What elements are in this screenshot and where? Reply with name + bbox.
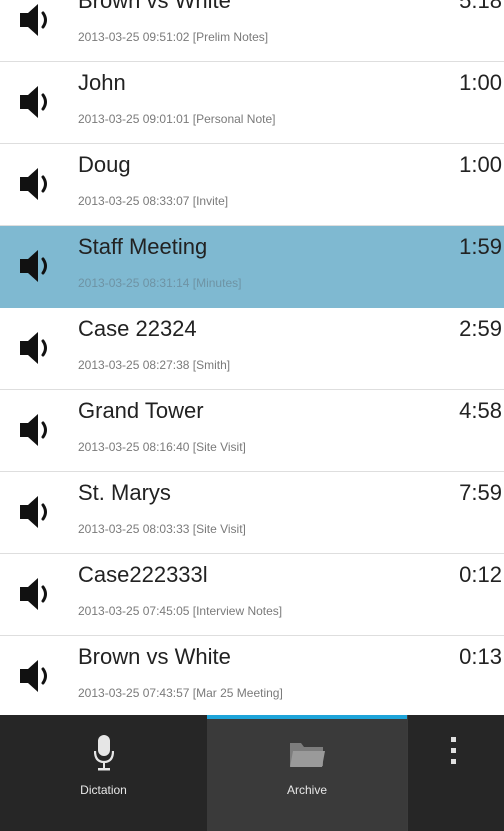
- speaker-icon[interactable]: [18, 2, 58, 38]
- recording-row[interactable]: Staff Meeting 2013-03-25 08:31:14 [Minute…: [0, 226, 504, 308]
- speaker-icon[interactable]: [18, 248, 58, 284]
- recording-title: Staff Meeting: [78, 234, 208, 259]
- recording-duration: 0:13: [459, 644, 502, 669]
- tab-archive-label: Archive: [286, 783, 327, 797]
- recording-timestamp-tag: 2013-03-25 07:45:05 [Interview Notes]: [78, 604, 283, 618]
- recording-row[interactable]: Brown vs White 2013-03-25 07:43:57 [Mar 2…: [0, 636, 504, 715]
- recording-timestamp-tag: 2013-03-25 08:33:07 [Invite]: [78, 194, 229, 208]
- recording-duration: 1:59: [459, 234, 502, 259]
- recording-title: Case222333l: [78, 562, 208, 587]
- overflow-menu-button[interactable]: [407, 715, 504, 831]
- overflow-menu-icon: [451, 737, 459, 770]
- recording-title: John: [78, 70, 126, 95]
- recording-row[interactable]: Doug 2013-03-25 08:33:07 [Invite] 1:00: [0, 144, 504, 226]
- recording-title: Case 22324: [78, 316, 197, 341]
- recording-duration: 5:18: [459, 0, 502, 13]
- recording-title: Grand Tower: [78, 398, 204, 423]
- speaker-icon[interactable]: [18, 166, 58, 202]
- speaker-icon[interactable]: [18, 494, 58, 530]
- speaker-icon[interactable]: [18, 658, 58, 694]
- recording-timestamp-tag: 2013-03-25 09:51:02 [Prelim Notes]: [78, 30, 269, 44]
- recording-row[interactable]: Grand Tower 2013-03-25 08:16:40 [Site Vis…: [0, 390, 504, 472]
- recording-timestamp-tag: 2013-03-25 08:31:14 [Minutes]: [78, 276, 242, 290]
- speaker-icon[interactable]: [18, 330, 58, 366]
- recording-timestamp-tag: 2013-03-25 08:27:38 [Smith]: [78, 358, 231, 372]
- recording-timestamp-tag: 2013-03-25 09:01:01 [Personal Note]: [78, 112, 276, 126]
- recording-title: Doug: [78, 152, 131, 177]
- speaker-icon[interactable]: [18, 84, 58, 120]
- tab-dictation-label: Dictation: [80, 783, 127, 797]
- microphone-icon: [93, 735, 114, 776]
- recording-duration: 2:59: [459, 316, 502, 341]
- recording-row[interactable]: Case 22324 2013-03-25 08:27:38 [Smith] 2:5…: [0, 308, 504, 390]
- recording-duration: 1:00: [459, 70, 502, 95]
- tab-dictation[interactable]: Dictation: [0, 715, 207, 831]
- recording-duration: 7:59: [459, 480, 502, 505]
- recording-duration: 4:58: [459, 398, 502, 423]
- recording-row[interactable]: Brown vs White 2013-03-25 09:51:02 [Preli…: [0, 0, 504, 62]
- recording-title: Brown vs White: [78, 644, 231, 669]
- recording-timestamp-tag: 2013-03-25 08:03:33 [Site Visit]: [78, 522, 246, 536]
- speaker-icon[interactable]: [18, 412, 58, 448]
- recording-duration: 1:00: [459, 152, 502, 177]
- recording-duration: 0:12: [459, 562, 502, 587]
- recording-row[interactable]: John 2013-03-25 09:01:01 [Personal Note] 1…: [0, 62, 504, 144]
- recording-title: Brown vs White: [78, 0, 231, 13]
- recording-timestamp-tag: 2013-03-25 07:43:57 [Mar 25 Meeting]: [78, 686, 283, 700]
- recording-title: St. Marys: [78, 480, 171, 505]
- recordings-list[interactable]: Brown vs White 2013-03-25 09:51:02 [Preli…: [0, 0, 504, 715]
- bottom-action-bar: Dictation Archive: [0, 715, 504, 831]
- tab-archive[interactable]: Archive: [207, 715, 407, 831]
- recording-row[interactable]: Case222333l 2013-03-25 07:45:05 [Intervie…: [0, 554, 504, 636]
- speaker-icon[interactable]: [18, 576, 58, 612]
- recording-timestamp-tag: 2013-03-25 08:16:40 [Site Visit]: [78, 440, 246, 454]
- folder-icon: [289, 739, 325, 774]
- recording-row[interactable]: St. Marys 2013-03-25 08:03:33 [Site Visit…: [0, 472, 504, 554]
